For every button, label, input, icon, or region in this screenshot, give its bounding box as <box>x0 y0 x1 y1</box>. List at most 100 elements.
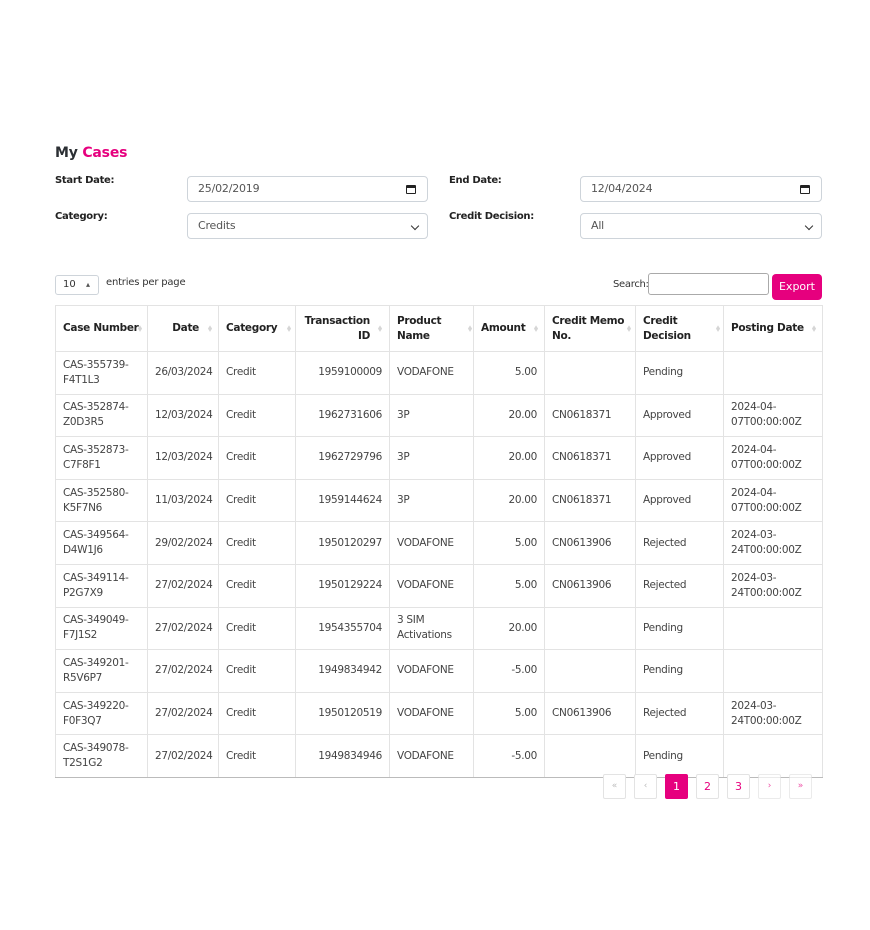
end-date-label: End Date: <box>449 175 502 186</box>
my-cases-page: My Cases Start Date: 25/02/2019 End Date… <box>55 143 823 799</box>
cell-transaction-id: 1959100009 <box>295 351 390 395</box>
start-date-value: 25/02/2019 <box>198 182 260 195</box>
page-title: My Cases <box>55 143 822 163</box>
cell-credit-memo-no: CN0613906 <box>544 521 636 565</box>
category-value: Credits <box>198 219 236 232</box>
first-page-button[interactable]: « <box>603 774 626 799</box>
export-button[interactable]: Export <box>772 274 822 300</box>
cell-credit-decision: Approved <box>635 436 724 480</box>
cell-category: Credit <box>218 521 296 565</box>
prev-page-button[interactable]: ‹ <box>634 774 657 799</box>
cell-credit-memo-no <box>544 606 636 651</box>
page-button-3[interactable]: 3 <box>727 774 750 799</box>
column-header-amount[interactable]: Amount ⬧ <box>473 305 545 352</box>
cell-date: 12/03/2024 <box>147 393 219 438</box>
cell-posting-date: 2024-03-24T00:00:00Z <box>723 691 823 736</box>
column-header-date[interactable]: Date ⬧ <box>147 305 219 352</box>
calendar-icon[interactable] <box>406 185 416 194</box>
sort-icon[interactable]: ⬧ <box>287 322 291 336</box>
cell-transaction-id: 1950129224 <box>295 563 390 608</box>
cell-transaction-id: 1950120297 <box>295 521 390 565</box>
table-row[interactable]: CAS-349049-F7J1S2 27/02/2024 Credit 1954355… <box>55 606 823 651</box>
cell-posting-date: 2024-03-24T00:00:00Z <box>723 521 823 565</box>
search-input[interactable] <box>648 273 769 295</box>
cases-table: Case Number ⬧ Date ⬧ Category ⬧ Transaction ID… <box>55 305 823 778</box>
column-header-credit-memo-no[interactable]: Credit Memo No. ⬧ <box>544 305 636 352</box>
cell-credit-decision: Pending <box>635 649 724 693</box>
cell-case-number: CAS-352874-Z0D3R5 <box>55 393 148 438</box>
cell-date: 11/03/2024 <box>147 478 219 523</box>
end-date-input[interactable]: 12/04/2024 <box>580 176 822 202</box>
cell-amount: 20.00 <box>473 436 545 480</box>
sort-icon[interactable]: ⬧ <box>534 322 538 336</box>
cell-product-name: 3 SIM Activations <box>389 606 474 651</box>
entries-per-page-label: entries per page <box>106 277 186 288</box>
sort-icon[interactable]: ⬧ <box>627 322 631 336</box>
column-header-credit-decision[interactable]: Credit Decision ⬧ <box>635 305 724 352</box>
table-row[interactable]: CAS-349201-R5V6P7 27/02/2024 Credit 1949834… <box>55 649 823 693</box>
column-header-label: Transaction ID <box>304 314 371 342</box>
page-button-2[interactable]: 2 <box>696 774 719 799</box>
table-row[interactable]: CAS-352873-C7F8F1 12/03/2024 Credit 1962729… <box>55 436 823 480</box>
chevron-down-icon <box>410 221 420 231</box>
category-select[interactable]: Credits <box>187 213 428 239</box>
credit-decision-select[interactable]: All <box>580 213 822 239</box>
cell-amount: -5.00 <box>473 649 545 693</box>
table-toolbar: 10 ▴ entries per page Search: Export <box>55 273 822 307</box>
cell-posting-date: 2024-04-07T00:00:00Z <box>723 436 823 480</box>
sort-icon[interactable]: ⬧ <box>468 322 472 336</box>
column-header-product-name[interactable]: Product Name ⬧ <box>389 305 474 352</box>
cell-credit-memo-no: CN0618371 <box>544 436 636 480</box>
cell-case-number: CAS-352580-K5F7N6 <box>55 478 148 523</box>
sort-icon[interactable]: ⬧ <box>716 322 720 336</box>
search-label: Search: <box>613 279 649 290</box>
cell-category: Credit <box>218 563 296 608</box>
column-header-case-number[interactable]: Case Number ⬧ <box>55 305 148 352</box>
column-header-posting-date[interactable]: Posting Date ⬧ <box>723 305 823 352</box>
sort-icon[interactable]: ⬧ <box>138 322 142 336</box>
next-page-button[interactable]: › <box>758 774 781 799</box>
table-row[interactable]: CAS-355739-F4T1L3 26/03/2024 Credit 1959100… <box>55 351 823 395</box>
cell-category: Credit <box>218 478 296 523</box>
cell-credit-memo-no: CN0618371 <box>544 478 636 523</box>
sort-icon[interactable]: ⬧ <box>378 322 382 336</box>
cell-amount: 5.00 <box>473 563 545 608</box>
table-row[interactable]: CAS-352580-K5F7N6 11/03/2024 Credit 1959144… <box>55 478 823 523</box>
column-header-label: Category <box>226 322 278 334</box>
table-row[interactable]: CAS-349114-P2G7X9 27/02/2024 Credit 1950129… <box>55 563 823 608</box>
cell-category: Credit <box>218 393 296 438</box>
start-date-input[interactable]: 25/02/2019 <box>187 176 428 202</box>
cell-credit-memo-no: CN0613906 <box>544 563 636 608</box>
column-header-category[interactable]: Category ⬧ <box>218 305 296 352</box>
cell-case-number: CAS-349114-P2G7X9 <box>55 563 148 608</box>
cell-posting-date <box>723 351 823 395</box>
cell-category: Credit <box>218 734 296 778</box>
calendar-icon[interactable] <box>800 185 810 194</box>
column-header-label: Case Number <box>63 322 139 334</box>
cell-amount: -5.00 <box>473 734 545 778</box>
column-header-label: Date <box>172 322 199 334</box>
page-button-1[interactable]: 1 <box>665 774 688 799</box>
cell-category: Credit <box>218 649 296 693</box>
entries-per-page-select[interactable]: 10 ▴ <box>55 275 99 295</box>
table-row[interactable]: CAS-349564-D4W1J6 29/02/2024 Credit 1950120… <box>55 521 823 565</box>
table-row[interactable]: CAS-349078-T2S1G2 27/02/2024 Credit 1949834… <box>55 734 823 778</box>
cell-transaction-id: 1959144624 <box>295 478 390 523</box>
filters-panel: Start Date: 25/02/2019 End Date: 12/04/2… <box>55 175 822 255</box>
cell-credit-memo-no: CN0618371 <box>544 393 636 438</box>
table-row[interactable]: CAS-349220-F0F3Q7 27/02/2024 Credit 1950120… <box>55 691 823 736</box>
column-header-transaction-id[interactable]: Transaction ID ⬧ <box>295 305 390 352</box>
title-prefix: My <box>55 145 78 161</box>
sort-icon[interactable]: ⬧ <box>812 322 816 336</box>
cell-amount: 5.00 <box>473 351 545 395</box>
last-page-button[interactable]: » <box>789 774 812 799</box>
cell-credit-memo-no <box>544 734 636 778</box>
cell-credit-decision: Pending <box>635 606 724 651</box>
sort-icon[interactable]: ⬧ <box>208 322 212 336</box>
cell-date: 27/02/2024 <box>147 606 219 651</box>
table-row[interactable]: CAS-352874-Z0D3R5 12/03/2024 Credit 1962731… <box>55 393 823 438</box>
cell-product-name: VODAFONE <box>389 563 474 608</box>
cell-product-name: VODAFONE <box>389 649 474 693</box>
cell-credit-decision: Approved <box>635 393 724 438</box>
cell-case-number: CAS-349078-T2S1G2 <box>55 734 148 778</box>
